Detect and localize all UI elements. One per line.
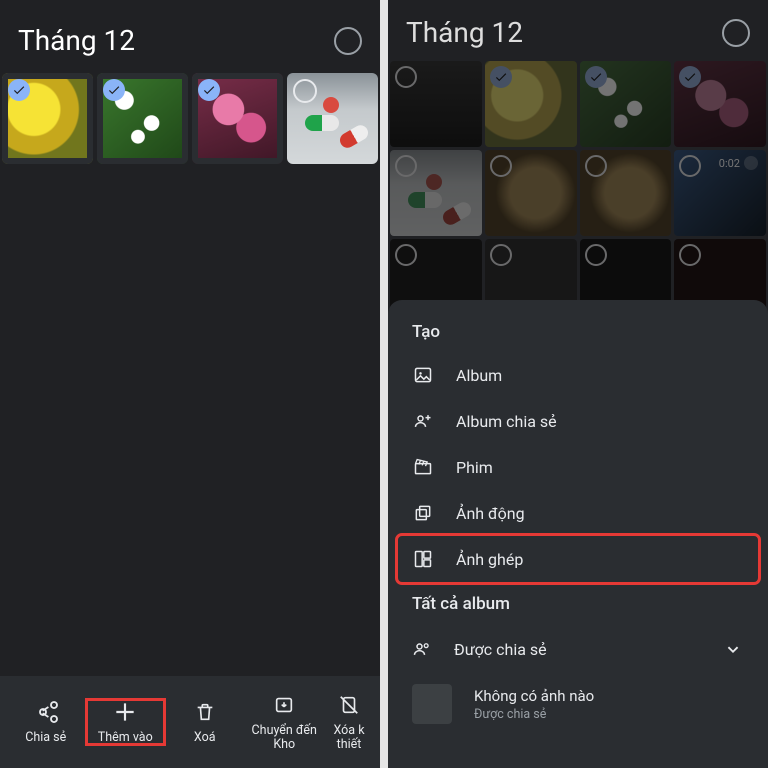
share-label: Chia sẻ bbox=[25, 731, 66, 745]
pill-icon bbox=[337, 123, 370, 151]
grid-thumb[interactable] bbox=[580, 61, 672, 147]
video-duration: 0:02 bbox=[719, 156, 758, 170]
add-to-label: Thêm vào bbox=[98, 731, 153, 745]
share-button[interactable]: Chia sẻ bbox=[6, 699, 86, 745]
grid-thumb[interactable] bbox=[485, 61, 577, 147]
thumbnail-row bbox=[0, 71, 380, 166]
pill-icon bbox=[323, 97, 339, 113]
pill-icon bbox=[305, 115, 339, 131]
unselected-circle-icon bbox=[679, 244, 701, 266]
grid-thumb-video[interactable]: 0:02 bbox=[674, 150, 766, 236]
people-icon bbox=[412, 639, 432, 659]
photo-grid-dimmed: 0:02 bbox=[388, 59, 768, 313]
unselected-circle-icon bbox=[395, 244, 417, 266]
option-label: Phim bbox=[456, 458, 493, 477]
month-title: Tháng 12 bbox=[406, 16, 523, 49]
trash-icon bbox=[192, 699, 218, 725]
delete-label: Xoá bbox=[194, 731, 216, 745]
people-icon bbox=[412, 410, 434, 432]
checkmark-icon bbox=[490, 66, 512, 88]
plus-icon bbox=[112, 699, 138, 725]
bottom-action-bar: Chia sẻ Thêm vào Xoá Chuyển đến Kho Xóa … bbox=[0, 676, 380, 768]
grid-thumb[interactable] bbox=[580, 150, 672, 236]
header: Tháng 12 bbox=[0, 0, 380, 71]
image-icon bbox=[412, 364, 434, 386]
placeholder-square-icon bbox=[412, 684, 452, 724]
option-label: Ảnh động bbox=[456, 504, 525, 523]
checkmark-icon bbox=[198, 79, 220, 101]
right-screen: Tháng 12 0:02 Tạo Album bbox=[388, 0, 768, 768]
checkmark-icon bbox=[103, 79, 125, 101]
stack-icon bbox=[412, 502, 434, 524]
delete-device-button[interactable]: Xóa k thiết bbox=[324, 692, 374, 753]
thumb-1[interactable] bbox=[2, 73, 93, 164]
unselected-circle-icon bbox=[490, 155, 512, 177]
unselected-circle-icon bbox=[395, 155, 417, 177]
no-album-title: Không có ảnh nào bbox=[474, 687, 594, 705]
clapper-icon bbox=[412, 456, 434, 478]
unselected-circle-icon bbox=[395, 66, 417, 88]
unselected-circle-icon bbox=[293, 79, 317, 103]
option-label: Ảnh ghép bbox=[456, 550, 523, 569]
grid-thumb[interactable] bbox=[485, 150, 577, 236]
shared-label: Được chia sẻ bbox=[454, 640, 547, 659]
delete-button[interactable]: Xoá bbox=[165, 699, 245, 745]
row-no-album[interactable]: Không có ảnh nào Được chia sẻ bbox=[398, 674, 758, 734]
checkmark-icon bbox=[585, 66, 607, 88]
option-animation[interactable]: Ảnh động bbox=[398, 490, 758, 536]
thumb-2[interactable] bbox=[97, 73, 188, 164]
grid-thumb[interactable] bbox=[390, 61, 482, 147]
option-shared-album[interactable]: Album chia sẻ bbox=[398, 398, 758, 444]
option-album[interactable]: Album bbox=[398, 352, 758, 398]
option-movie[interactable]: Phim bbox=[398, 444, 758, 490]
thumb-3[interactable] bbox=[192, 73, 283, 164]
thumb-4[interactable] bbox=[287, 73, 378, 164]
select-all-circle[interactable] bbox=[334, 27, 362, 55]
unselected-circle-icon bbox=[585, 155, 607, 177]
unselected-circle-icon bbox=[585, 244, 607, 266]
archive-label: Chuyển đến Kho bbox=[245, 724, 325, 753]
row-shared[interactable]: Được chia sẻ bbox=[398, 624, 758, 674]
month-title: Tháng 12 bbox=[18, 24, 135, 57]
share-icon bbox=[33, 699, 59, 725]
left-screen: Tháng 12 Chia sẻ Thêm vào Xo bbox=[0, 0, 380, 768]
chevron-down-icon bbox=[722, 638, 744, 660]
archive-icon bbox=[271, 692, 297, 718]
bottom-sheet: Tạo Album Album chia sẻ Phim Ảnh động Ản… bbox=[388, 300, 768, 768]
option-label: Album chia sẻ bbox=[456, 412, 557, 431]
header: Tháng 12 bbox=[388, 0, 768, 59]
unselected-circle-icon bbox=[679, 155, 701, 177]
select-all-circle[interactable] bbox=[722, 19, 750, 47]
create-heading: Tạo bbox=[412, 322, 744, 342]
delete-device-icon bbox=[336, 692, 362, 718]
add-to-button[interactable]: Thêm vào bbox=[86, 699, 166, 745]
unselected-circle-icon bbox=[490, 244, 512, 266]
option-label: Album bbox=[456, 366, 502, 385]
grid-thumb[interactable] bbox=[390, 150, 482, 236]
grid-thumb[interactable] bbox=[674, 61, 766, 147]
option-collage[interactable]: Ảnh ghép bbox=[398, 536, 758, 582]
delete-device-label: Xóa k thiết bbox=[324, 724, 374, 753]
no-album-subtitle: Được chia sẻ bbox=[474, 707, 594, 722]
checkmark-icon bbox=[679, 66, 701, 88]
archive-button[interactable]: Chuyển đến Kho bbox=[245, 692, 325, 753]
all-albums-heading: Tất cả album bbox=[412, 594, 744, 614]
checkmark-icon bbox=[8, 79, 30, 101]
collage-icon bbox=[412, 548, 434, 570]
